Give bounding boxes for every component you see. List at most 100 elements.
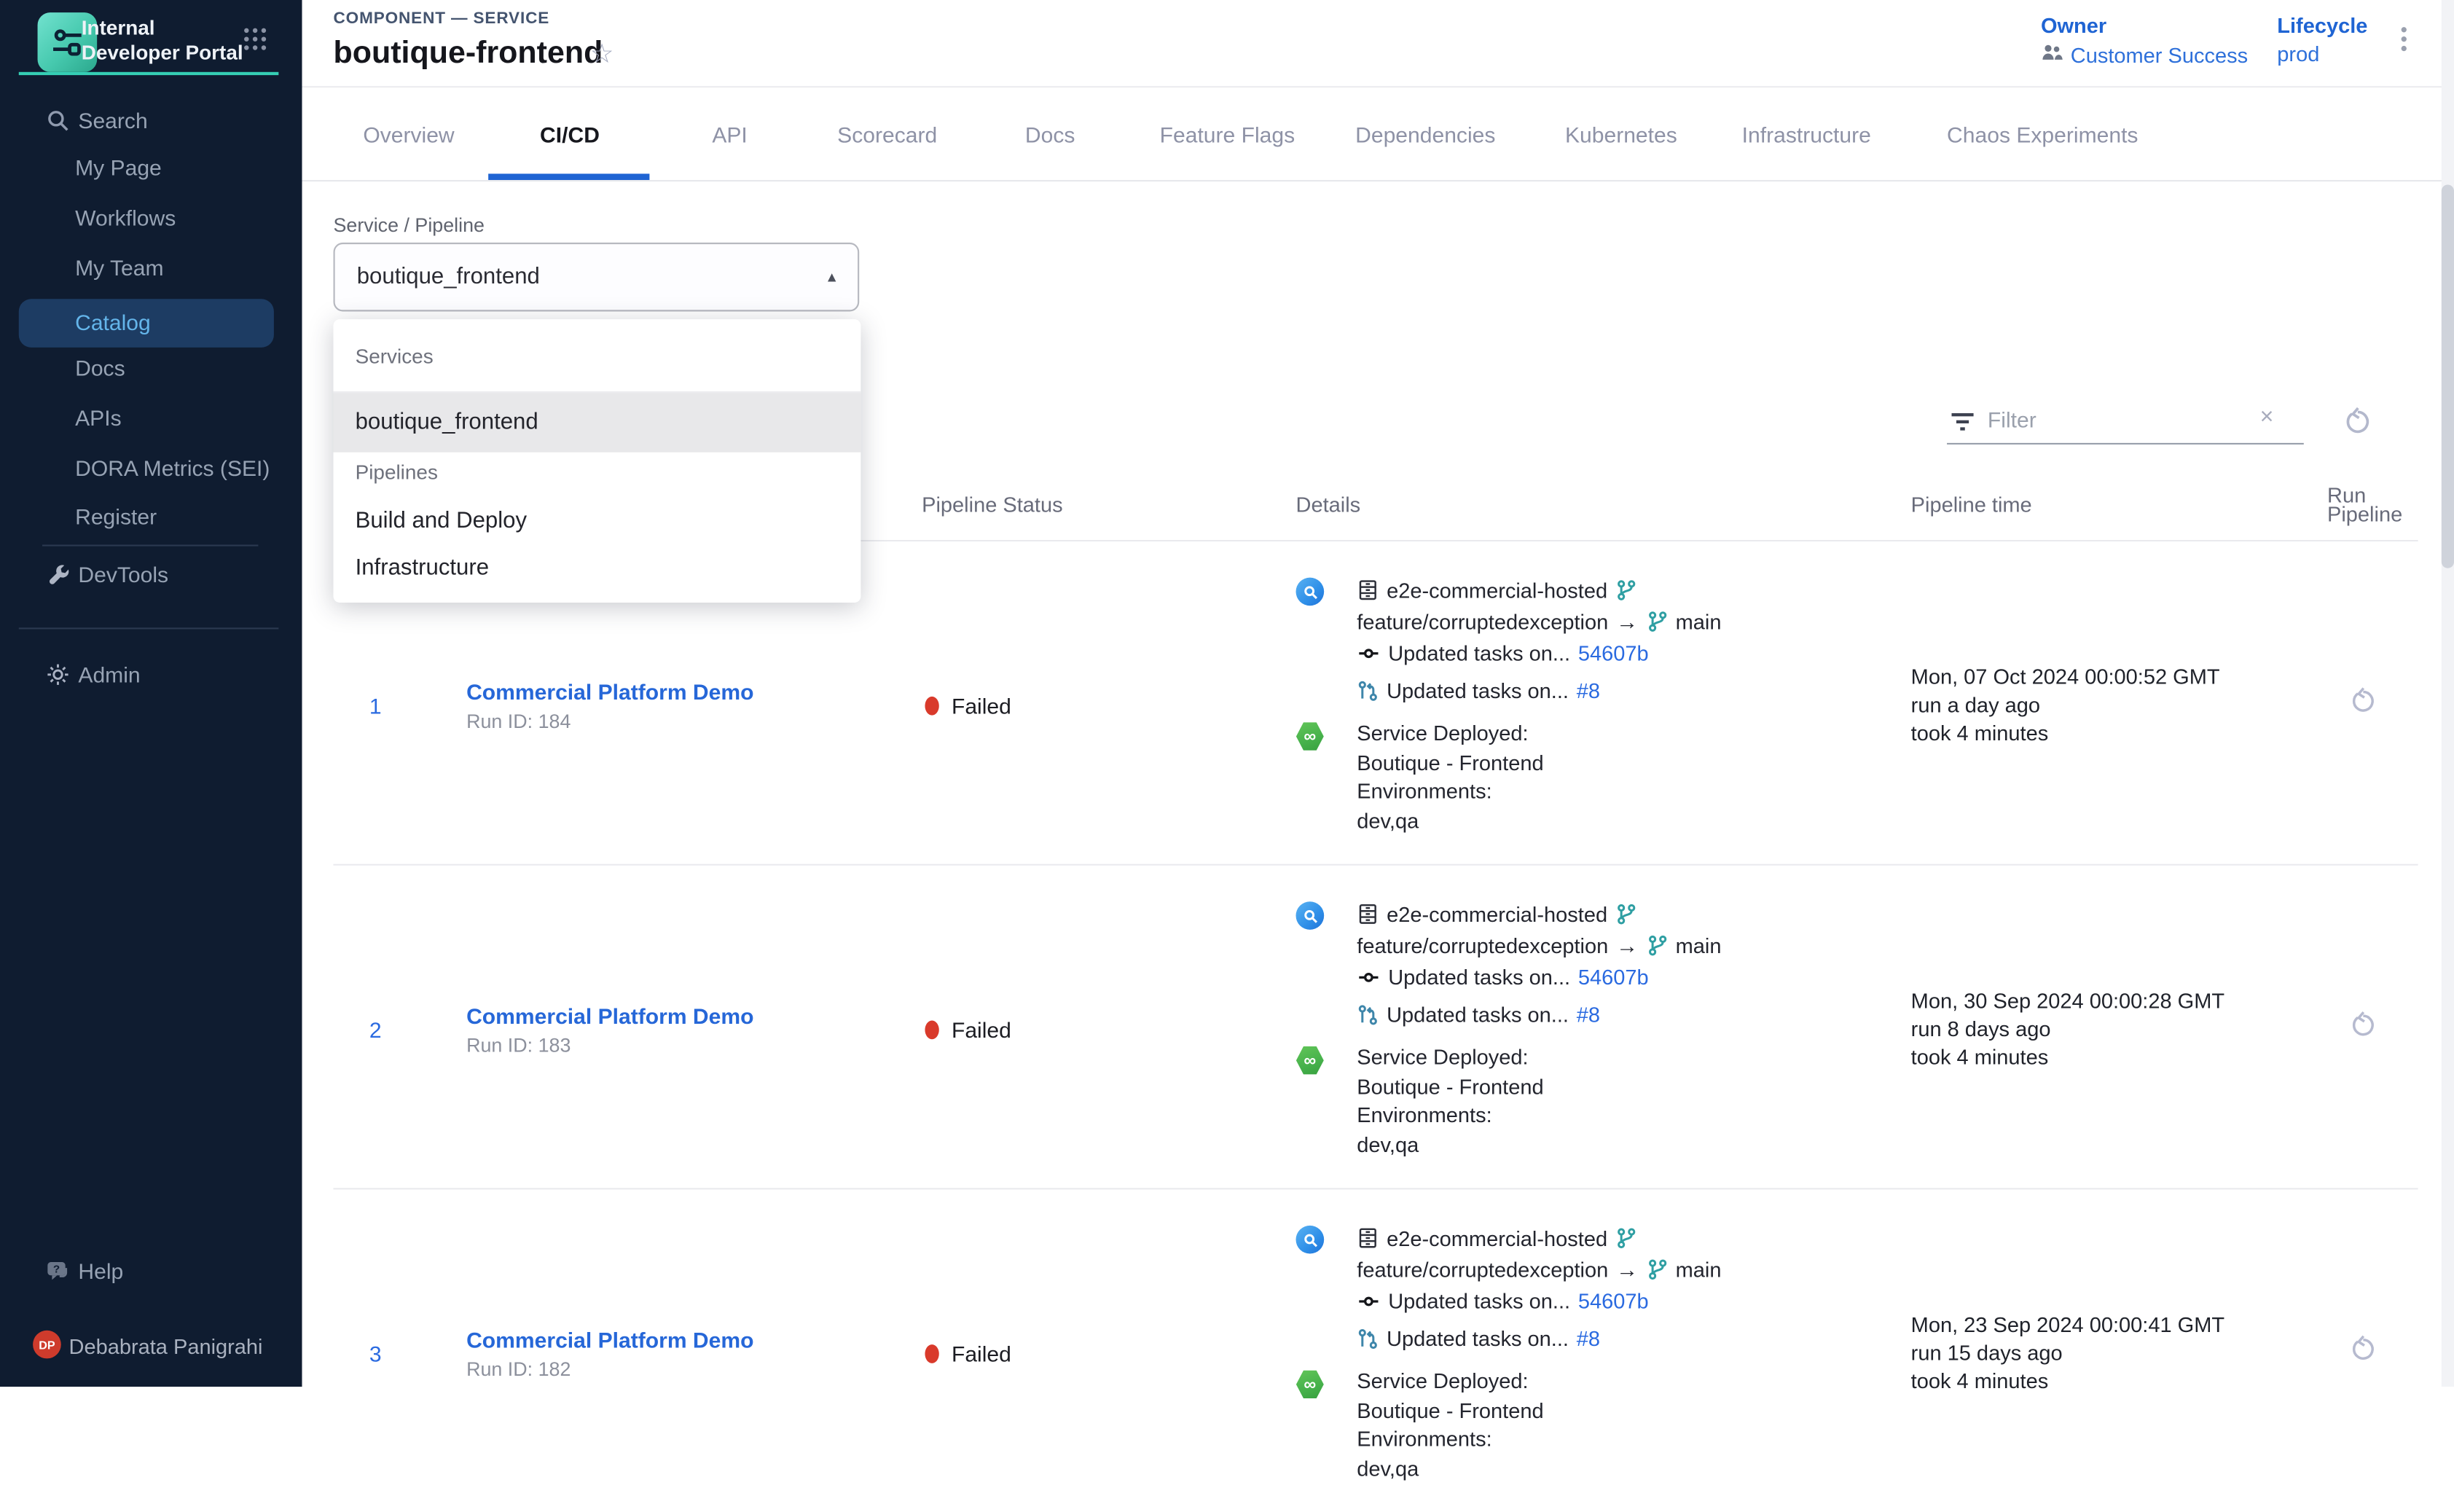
people-icon [2041,42,2063,67]
run-pipeline-cell [2327,1335,2418,1371]
sidebar-item-workflows[interactable]: Workflows [0,192,302,243]
app-root: Internal Developer Portal Search My Page… [0,0,2454,1387]
table-body: 1 Commercial Platform Demo Run ID: 184 F… [334,541,2418,1512]
environments-value: dev,qa [1357,807,1910,836]
pipeline-runs-table: Pipeline Status Details Pipeline time Ru… [334,469,2418,1512]
refresh-icon[interactable] [2343,407,2372,444]
header-details: Details [1296,493,1911,517]
sidebar-item-apis[interactable]: APIs [0,393,302,443]
filter-field[interactable]: Filter × [1947,399,2353,450]
app-grid-icon[interactable] [241,25,270,60]
rerun-pipeline-icon[interactable] [2349,1011,2377,1047]
git-commit-icon [1357,966,1380,987]
tab-scorecard[interactable]: Scorecard [837,122,937,147]
run-id: Run ID: 184 [466,710,922,732]
pipeline-name-link[interactable]: Commercial Platform Demo [466,1003,922,1027]
kebab-menu-icon[interactable] [2393,25,2415,60]
pipeline-name-link[interactable]: Commercial Platform Demo [466,678,922,703]
ci-stage-icon [1296,574,1357,705]
gear-icon [44,662,72,687]
run-index-link[interactable]: 2 [334,1017,467,1041]
details-cell: e2e-commercial-hosted feature/corruptede… [1296,574,1911,836]
commit-hash-link[interactable]: 54607b [1578,965,1649,988]
pipeline-time-cell: Mon, 30 Sep 2024 00:00:28 GMT run 8 days… [1911,987,2327,1071]
svg-text:?: ? [52,1262,59,1274]
tab-feature-flags[interactable]: Feature Flags [1160,122,1295,147]
clear-filter-icon[interactable]: × [2260,404,2274,431]
tab-overview[interactable]: Overview [363,122,454,147]
rerun-pipeline-icon[interactable] [2349,687,2377,723]
pr-number-link[interactable]: #8 [1577,678,1600,702]
tab-infrastructure[interactable]: Infrastructure [1742,122,1871,147]
tab-dependencies[interactable]: Dependencies [1355,122,1495,147]
pr-message: Updated tasks on... [1387,1326,1569,1350]
commit-hash-link[interactable]: 54607b [1578,1289,1649,1312]
page-title: boutique-frontend [334,36,603,71]
target-branch[interactable]: main [1676,610,1722,633]
sidebar-item-my-page[interactable]: My Page [0,142,302,192]
commit-line: Updated tasks on... 54607b [1357,961,1910,992]
target-branch[interactable]: main [1676,933,1722,957]
pipeline-select[interactable]: boutique_frontend ▲ [334,243,860,312]
branch-line: feature/corruptedexception → main [1357,930,1910,961]
lifecycle-block: Lifecycle prod [2277,14,2367,66]
pr-number-link[interactable]: #8 [1577,1326,1600,1350]
brand-title: Internal Developer Portal [82,15,248,66]
source-branch[interactable]: feature/corruptedexception [1357,610,1608,633]
filter-placeholder: Filter [1988,407,2036,431]
run-id: Run ID: 182 [466,1358,922,1379]
run-duration: took 4 minutes [1911,1367,2327,1395]
menu-option-boutique-frontend[interactable]: boutique_frontend [334,393,861,453]
user-avatar[interactable]: DP [33,1331,61,1359]
tab-api[interactable]: API [712,122,747,147]
sidebar-item-devtools[interactable]: DevTools [0,549,302,600]
repo-name[interactable]: e2e-commercial-hosted [1387,579,1607,602]
repo-line: e2e-commercial-hosted [1357,574,1910,606]
run-index-link[interactable]: 1 [334,692,467,717]
tab-docs[interactable]: Docs [1025,122,1075,147]
commit-message: Updated tasks on... [1388,641,1570,665]
git-branch-icon [1615,903,1637,925]
tab-cicd[interactable]: CI/CD [540,122,600,147]
pr-message: Updated tasks on... [1387,678,1569,702]
scrollbar-thumb[interactable] [2442,184,2454,568]
sidebar: Internal Developer Portal Search My Page… [0,0,302,1387]
user-name[interactable]: Debabrata Panigrahi [69,1335,263,1358]
rerun-pipeline-icon[interactable] [2349,1335,2377,1371]
pipeline-time-cell: Mon, 23 Sep 2024 00:00:41 GMT run 15 day… [1911,1311,2327,1395]
environments-value: dev,qa [1357,1131,1910,1160]
status-text: Failed [952,692,1011,717]
sidebar-item-dora-metrics[interactable]: DORA Metrics (SEI) [0,443,302,493]
owner-value[interactable]: Customer Success [2041,42,2248,67]
sidebar-item-docs[interactable]: Docs [0,342,302,393]
run-index-link[interactable]: 3 [334,1341,467,1366]
sidebar-item-my-team[interactable]: My Team [0,243,302,293]
sidebar-item-help[interactable]: ? Help [0,1246,302,1296]
favorite-star-icon[interactable]: ☆ [590,39,614,71]
header-divider [302,86,2454,87]
run-ago: run 8 days ago [1911,1015,2327,1043]
pr-number-link[interactable]: #8 [1577,1003,1600,1026]
sidebar-item-catalog[interactable]: Catalog [19,299,274,348]
source-branch[interactable]: feature/corruptedexception [1357,1258,1608,1281]
run-duration: took 4 minutes [1911,1043,2327,1072]
repo-name[interactable]: e2e-commercial-hosted [1387,902,1607,925]
sidebar-item-admin[interactable]: Admin [0,649,302,700]
commit-hash-link[interactable]: 54607b [1578,641,1649,665]
source-branch[interactable]: feature/corruptedexception [1357,933,1608,957]
sidebar-item-label: Help [78,1258,123,1283]
tab-kubernetes[interactable]: Kubernetes [1565,122,1677,147]
pipeline-name-link[interactable]: Commercial Platform Demo [466,1326,922,1351]
environments-value: dev,qa [1357,1455,1910,1484]
tab-chaos-experiments[interactable]: Chaos Experiments [1947,122,2138,147]
menu-option-infrastructure[interactable]: Infrastructure [334,538,861,598]
repo-name[interactable]: e2e-commercial-hosted [1387,1226,1607,1250]
failed-status-dot [925,1344,938,1363]
sidebar-item-search[interactable]: Search [0,95,302,146]
target-branch[interactable]: main [1676,1258,1722,1281]
environments-label: Environments: [1357,1102,1910,1131]
deploy-label: Service Deployed: [1357,1368,1910,1397]
sidebar-item-register[interactable]: Register [0,491,302,541]
failed-status-dot [925,696,938,715]
help-chat-icon: ? [44,1258,72,1285]
